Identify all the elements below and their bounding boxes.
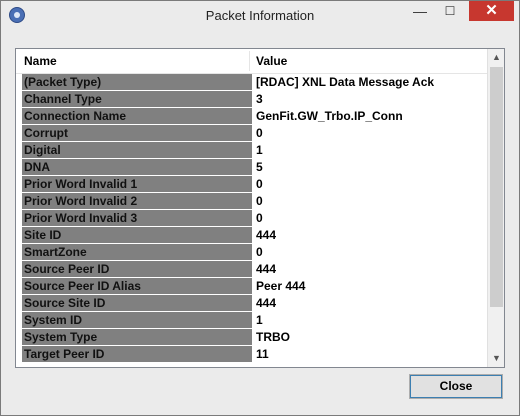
row-value-cell: 0 (256, 194, 263, 208)
scrollbar-thumb[interactable] (490, 67, 503, 307)
row-name-cell: Source Site ID (22, 295, 252, 311)
table-row[interactable]: Site ID 444 (22, 227, 488, 244)
table-row[interactable]: SmartZone 0 (22, 244, 488, 261)
row-name-cell: Corrupt (22, 125, 252, 141)
row-value-cell: 3 (256, 92, 263, 106)
row-value-cell: 0 (256, 245, 263, 259)
table-row[interactable]: Digital 1 (22, 142, 488, 159)
row-value-cell: 444 (256, 262, 277, 276)
row-name-cell: Prior Word Invalid 1 (22, 176, 252, 192)
row-value-cell: 0 (256, 211, 263, 225)
row-name-cell: Source Peer ID (22, 261, 252, 277)
table-row[interactable]: Corrupt 0 (22, 125, 488, 142)
row-name-cell: Connection Name (22, 108, 252, 124)
table-row[interactable]: Source Peer ID Alias Peer 444 (22, 278, 488, 295)
row-value-cell: 1 (256, 313, 263, 327)
row-name-cell: (Packet Type) (22, 74, 252, 90)
close-button[interactable]: Close (409, 374, 503, 399)
packet-information-window: Packet Information — ☐ ✕ Name Value (Pac… (0, 0, 520, 416)
title-bar[interactable]: Packet Information — ☐ ✕ (1, 1, 519, 31)
column-divider[interactable] (249, 51, 250, 71)
row-name-cell: Prior Word Invalid 2 (22, 193, 252, 209)
row-name-cell: System ID (22, 312, 252, 328)
scroll-up-arrow-icon[interactable]: ▲ (488, 49, 504, 66)
table-row[interactable]: System ID 1 (22, 312, 488, 329)
table-row[interactable]: Prior Word Invalid 1 0 (22, 176, 488, 193)
table-row[interactable]: Prior Word Invalid 2 0 (22, 193, 488, 210)
row-value-cell: [RDAC] XNL Data Message Ack (256, 75, 435, 89)
window-close-button[interactable]: ✕ (469, 1, 514, 21)
vertical-scrollbar[interactable]: ▲ ▼ (487, 49, 504, 367)
row-value-cell: 0 (256, 126, 263, 140)
row-value-cell: 444 (256, 228, 277, 242)
list-rows: (Packet Type) [RDAC] XNL Data Message Ack… (22, 74, 488, 363)
row-value-cell: 11 (256, 347, 269, 361)
table-row[interactable]: DNA 5 (22, 159, 488, 176)
table-row[interactable]: Source Peer ID 444 (22, 261, 488, 278)
row-value-cell: 0 (256, 177, 263, 191)
row-value-cell: TRBO (256, 330, 290, 344)
table-row[interactable]: Channel Type 3 (22, 91, 488, 108)
row-value-cell: 1 (256, 143, 263, 157)
table-row[interactable]: Connection Name GenFit.GW_Trbo.IP_Conn (22, 108, 488, 125)
minimize-button[interactable]: — (407, 1, 433, 21)
row-name-cell: Channel Type (22, 91, 252, 107)
row-name-cell: Digital (22, 142, 252, 158)
row-name-cell: SmartZone (22, 244, 252, 260)
row-value-cell: GenFit.GW_Trbo.IP_Conn (256, 109, 403, 123)
row-name-cell: Site ID (22, 227, 252, 243)
row-value-cell: 444 (256, 296, 277, 310)
scroll-down-arrow-icon[interactable]: ▼ (488, 350, 504, 367)
table-row[interactable]: Source Site ID 444 (22, 295, 488, 312)
column-header-name[interactable]: Name (24, 49, 57, 73)
row-name-cell: Prior Word Invalid 3 (22, 210, 252, 226)
table-row[interactable]: Prior Word Invalid 3 0 (22, 210, 488, 227)
row-value-cell: Peer 444 (256, 279, 306, 293)
maximize-button[interactable]: ☐ (437, 1, 463, 21)
row-name-cell: DNA (22, 159, 252, 175)
packet-property-list[interactable]: Name Value (Packet Type) [RDAC] XNL Data … (15, 48, 505, 368)
row-value-cell: 5 (256, 160, 263, 174)
row-name-cell: Source Peer ID Alias (22, 278, 252, 294)
table-row[interactable]: Target Peer ID 11 (22, 346, 488, 363)
row-name-cell: System Type (22, 329, 252, 345)
table-row[interactable]: (Packet Type) [RDAC] XNL Data Message Ack (22, 74, 488, 91)
list-header: Name Value (16, 49, 487, 74)
column-header-value[interactable]: Value (256, 49, 287, 73)
table-row[interactable]: System Type TRBO (22, 329, 488, 346)
row-name-cell: Target Peer ID (22, 346, 252, 362)
